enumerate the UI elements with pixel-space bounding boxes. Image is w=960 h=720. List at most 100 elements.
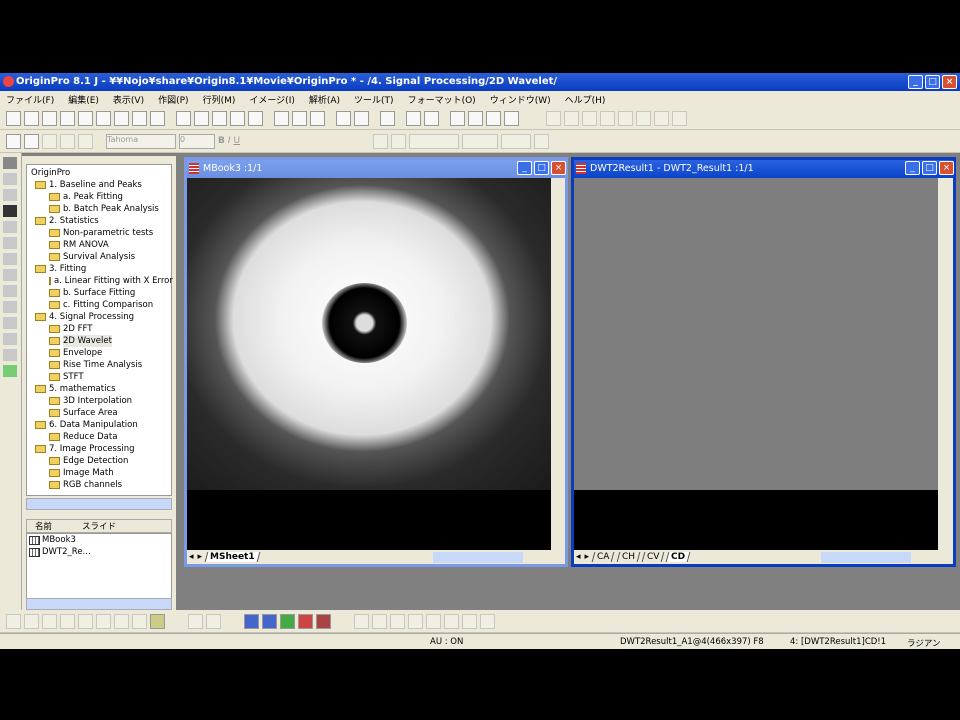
data-selector-icon[interactable] <box>3 269 17 281</box>
contour-icon[interactable] <box>244 613 259 629</box>
fit-icon[interactable] <box>672 110 687 126</box>
tab-scroll-left[interactable]: ◂ <box>576 552 581 562</box>
maximize-button[interactable]: □ <box>534 161 549 175</box>
group-icon[interactable] <box>426 613 441 629</box>
tree-folder[interactable]: c. Fitting Comparison <box>27 299 171 311</box>
tree-folder[interactable]: Reduce Data <box>27 431 171 443</box>
mbook3-window[interactable]: MBook3 :1/1 _ □ × ◂ ▸ MSheet1 <box>184 157 568 567</box>
marker-icon[interactable] <box>60 133 75 149</box>
heatmap-icon[interactable] <box>280 613 295 629</box>
menu-edit[interactable]: 編集(E) <box>68 93 99 106</box>
command-window-icon[interactable] <box>486 110 501 126</box>
close-button[interactable]: × <box>939 161 954 175</box>
new-workbook-icon[interactable] <box>42 110 57 126</box>
horizontal-scrollbar[interactable] <box>821 551 912 563</box>
layout-icon[interactable] <box>600 110 615 126</box>
arrow-tool-icon[interactable] <box>3 317 17 329</box>
align-bottom-icon[interactable] <box>408 613 423 629</box>
pie-plot-icon[interactable] <box>132 613 147 629</box>
screen-reader-icon[interactable] <box>3 253 17 265</box>
new-function-icon[interactable] <box>114 110 129 126</box>
font-select[interactable]: Tahoma <box>106 133 176 149</box>
name-column-header[interactable]: 名前 <box>35 520 52 532</box>
script-window-icon[interactable] <box>468 110 483 126</box>
tree-folder[interactable]: Surface Area <box>27 407 171 419</box>
column-plot-icon[interactable] <box>60 613 75 629</box>
tree-folder[interactable]: 4. Signal Processing <box>27 311 171 323</box>
fill-color-icon[interactable] <box>373 133 389 149</box>
close-button[interactable]: × <box>551 161 566 175</box>
tab-cv[interactable]: CV <box>641 552 665 562</box>
tab-cd[interactable]: CD <box>665 552 691 562</box>
command-icon[interactable] <box>504 110 519 126</box>
new-layout-icon[interactable] <box>132 110 147 126</box>
tab-ch[interactable]: CH <box>616 552 640 562</box>
layer2-icon[interactable] <box>582 110 597 126</box>
import-wizard-icon[interactable] <box>310 110 325 126</box>
zoom-in-icon[interactable] <box>546 110 561 126</box>
tab-ca[interactable]: CA <box>591 552 615 562</box>
tree-root[interactable]: OriginPro <box>27 167 171 179</box>
line-symbol-icon[interactable] <box>42 613 57 629</box>
matrix-image-area[interactable] <box>574 178 938 552</box>
new-excel-icon[interactable] <box>60 110 75 126</box>
line-style-select[interactable] <box>409 133 460 149</box>
area-plot-icon[interactable] <box>114 613 129 629</box>
menu-file[interactable]: ファイル(F) <box>6 93 54 106</box>
line-width-select[interactable] <box>462 133 499 149</box>
tree-folder[interactable]: 3. Fitting <box>27 263 171 275</box>
import-multiple-icon[interactable] <box>292 110 307 126</box>
minimize-button[interactable]: _ <box>517 161 532 175</box>
tab-scroll-left[interactable]: ◂ <box>189 552 194 562</box>
align-left-icon[interactable] <box>354 613 369 629</box>
minimize-button[interactable]: _ <box>908 75 923 89</box>
3d-plot-icon[interactable] <box>78 613 93 629</box>
horizontal-scrollbar[interactable] <box>432 551 523 563</box>
tree-folder[interactable]: 3D Interpolation <box>27 395 171 407</box>
tree-folder[interactable]: 1. Baseline and Peaks <box>27 179 171 191</box>
text-tool-icon[interactable] <box>3 301 17 313</box>
window-title-bar[interactable]: DWT2Result1 - DWT2_Result1 :1/1 _ □ × <box>574 160 954 178</box>
maximize-button[interactable]: □ <box>922 161 937 175</box>
menu-image[interactable]: イメージ(I) <box>249 93 295 106</box>
image-profile-icon[interactable] <box>316 613 331 629</box>
image-plot-icon[interactable] <box>262 613 277 629</box>
border-select[interactable] <box>501 133 532 149</box>
bold-button[interactable]: B <box>218 136 225 146</box>
line-tool-icon[interactable] <box>3 349 17 361</box>
tree-folder[interactable]: RM ANOVA <box>27 239 171 251</box>
zoom-out-tool-icon[interactable] <box>3 189 17 201</box>
stack-icon[interactable] <box>654 110 669 126</box>
new-folder-icon[interactable] <box>24 110 39 126</box>
folder-icon[interactable] <box>24 133 39 149</box>
tree-folder[interactable]: Edge Detection <box>27 455 171 467</box>
tree-folder[interactable]: 7. Image Processing <box>27 443 171 455</box>
origin-app-icon[interactable] <box>3 76 14 87</box>
data-reader-icon[interactable] <box>3 237 17 249</box>
zoom-in-tool-icon[interactable] <box>3 173 17 185</box>
align-right-icon[interactable] <box>372 613 387 629</box>
new-graph-icon[interactable] <box>78 110 93 126</box>
tree-folder[interactable]: 6. Data Manipulation <box>27 419 171 431</box>
new-notes-icon[interactable] <box>150 110 165 126</box>
surface-icon[interactable] <box>188 613 203 629</box>
tree-folder[interactable]: a. Peak Fitting <box>27 191 171 203</box>
menu-view[interactable]: 表示(V) <box>113 93 144 106</box>
tree-folder[interactable]: b. Batch Peak Analysis <box>27 203 171 215</box>
results-log-icon[interactable] <box>424 110 439 126</box>
list-item[interactable]: DWT2_Re... <box>27 546 171 558</box>
line-color-icon[interactable] <box>391 133 407 149</box>
back-icon[interactable] <box>480 613 495 629</box>
minimize-button[interactable]: _ <box>905 161 920 175</box>
data-icon[interactable] <box>42 133 57 149</box>
table-icon[interactable] <box>636 110 651 126</box>
menu-matrix[interactable]: 行列(M) <box>203 93 236 106</box>
curved-arrow-icon[interactable] <box>3 333 17 345</box>
color-map-icon[interactable] <box>298 613 313 629</box>
statistics-plot-icon[interactable] <box>96 613 111 629</box>
tree-folder[interactable]: a. Linear Fitting with X Error <box>27 275 173 287</box>
code-builder-icon[interactable] <box>406 110 421 126</box>
slide-column-header[interactable]: スライド <box>82 520 116 532</box>
crosshair-icon[interactable] <box>3 205 17 217</box>
refresh-icon[interactable] <box>354 110 369 126</box>
